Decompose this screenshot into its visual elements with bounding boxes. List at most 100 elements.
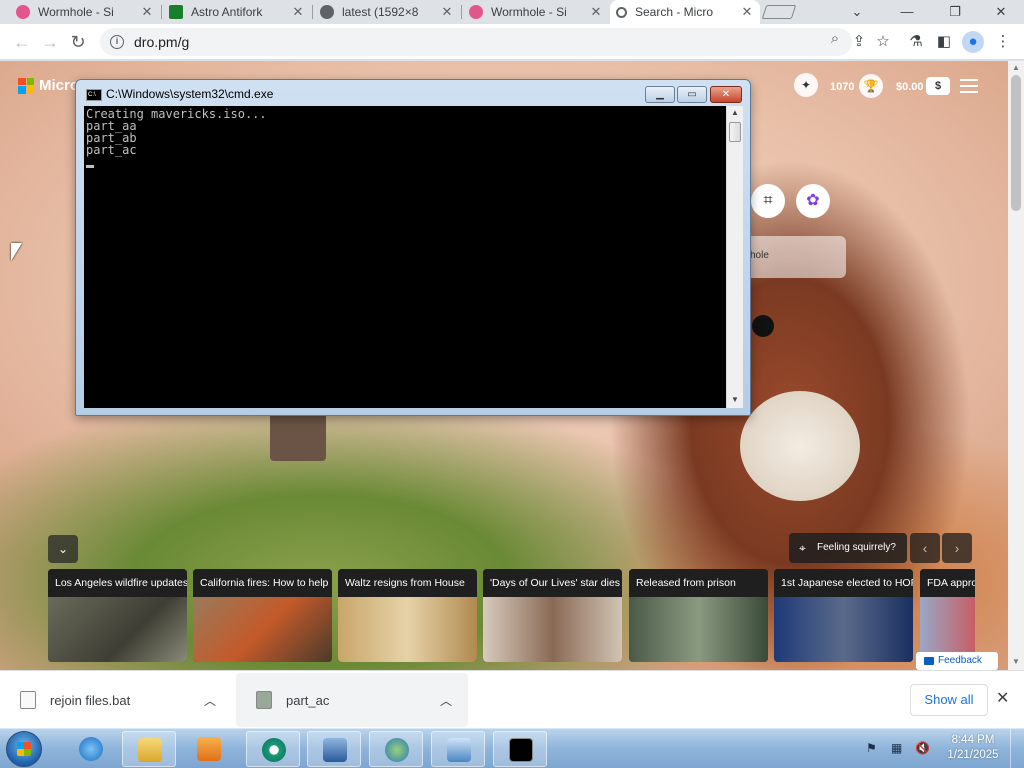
download-item-part-ac[interactable]: part_ac ︿ bbox=[236, 673, 468, 727]
system-clock[interactable]: 8:44 PM 1/21/2025 bbox=[938, 733, 1008, 763]
kebab-menu-icon[interactable]: ⋮ bbox=[992, 31, 1014, 53]
news-image bbox=[48, 597, 187, 662]
scrollbar-thumb[interactable] bbox=[1011, 75, 1021, 211]
cmd-scrollbar[interactable]: ▲ ▼ bbox=[726, 106, 743, 408]
scroll-up-arrow-icon[interactable]: ▲ bbox=[731, 108, 739, 117]
flask-icon[interactable]: ⚗ bbox=[905, 31, 927, 53]
tab-title: Search - Micro bbox=[635, 5, 714, 19]
show-desktop-button[interactable] bbox=[1010, 729, 1024, 768]
forward-button[interactable]: → bbox=[38, 30, 62, 54]
wallet-icon[interactable]: $ bbox=[926, 77, 950, 95]
address-bar[interactable]: i dro.pm/g bbox=[100, 28, 852, 56]
cmd-maximize-button[interactable]: ▭ bbox=[677, 86, 707, 103]
close-tab-icon[interactable]: ✕ bbox=[140, 4, 154, 20]
squirrel-eye bbox=[752, 315, 774, 337]
feedback-button[interactable]: Feedback bbox=[916, 652, 998, 670]
computer-icon bbox=[323, 738, 347, 762]
taskbar-command-prompt[interactable] bbox=[493, 731, 547, 767]
news-card[interactable]: Released from prison bbox=[629, 569, 768, 662]
share-icon[interactable]: ⇪ bbox=[848, 31, 870, 53]
cmd-window[interactable]: C:\ C:\Windows\system32\cmd.exe ▁ ▭ ✕ Cr… bbox=[75, 79, 751, 416]
taskbar-file-explorer[interactable] bbox=[122, 731, 176, 767]
tab-astro-antifork[interactable]: Astro Antifork ✕ bbox=[163, 0, 311, 24]
scroll-down-arrow-icon[interactable]: ▼ bbox=[731, 395, 739, 404]
news-card[interactable]: 1st Japanese elected to HOF bbox=[774, 569, 913, 662]
cmd-window-title: C:\Windows\system32\cmd.exe bbox=[106, 87, 274, 101]
profile-icon[interactable]: ● bbox=[962, 31, 984, 53]
cmd-console[interactable]: Creating mavericks.iso... part_aa part_a… bbox=[84, 106, 726, 408]
tab-wormhole-2[interactable]: Wormhole - Si ✕ bbox=[463, 0, 609, 24]
close-tab-icon[interactable]: ✕ bbox=[589, 4, 603, 20]
news-card[interactable]: Waltz resigns from House bbox=[338, 569, 477, 662]
next-image-button[interactable]: › bbox=[942, 533, 972, 563]
visual-search-icon[interactable]: ⌗ bbox=[751, 184, 785, 218]
chevron-up-icon[interactable]: ︿ bbox=[440, 692, 452, 709]
cmd-minimize-button[interactable]: ▁ bbox=[645, 86, 675, 103]
close-tab-icon[interactable]: ✕ bbox=[291, 4, 305, 20]
restore-window-button[interactable]: ❐ bbox=[940, 2, 970, 22]
bookmark-star-icon[interactable]: ☆ bbox=[872, 31, 894, 53]
rewards-icon[interactable]: ✦ bbox=[794, 73, 818, 97]
taskbar-control-panel[interactable] bbox=[431, 731, 485, 767]
news-title: FDA appro bbox=[920, 569, 975, 597]
close-download-bar-icon[interactable]: ✕ bbox=[996, 688, 1009, 708]
copilot-icon[interactable]: ✿ bbox=[796, 184, 830, 218]
rewards-points: 1070 bbox=[830, 81, 855, 93]
scroll-up-arrow-icon[interactable]: ▲ bbox=[1012, 63, 1020, 72]
news-card[interactable]: California fires: How to help bbox=[193, 569, 332, 662]
minimize-window-button[interactable]: — bbox=[892, 2, 922, 22]
volume-muted-icon[interactable]: 🔇 bbox=[915, 741, 930, 755]
cmd-scrollbar-thumb[interactable] bbox=[729, 122, 741, 142]
previous-image-button[interactable]: ‹ bbox=[910, 533, 940, 563]
taskbar-media-player[interactable] bbox=[182, 731, 236, 767]
folder-icon bbox=[138, 738, 162, 762]
microsoft-logo[interactable]: Micro bbox=[18, 77, 79, 94]
clock-time: 8:44 PM bbox=[951, 734, 995, 746]
tab-wormhole-1[interactable]: Wormhole - Si ✕ bbox=[10, 0, 160, 24]
show-all-downloads-button[interactable]: Show all bbox=[910, 684, 988, 716]
page-scrollbar[interactable]: ▲ ▼ bbox=[1008, 61, 1024, 670]
news-card[interactable]: FDA appro bbox=[920, 569, 975, 662]
browser-icon bbox=[262, 738, 286, 762]
trophy-icon[interactable]: 🏆 bbox=[859, 74, 883, 98]
close-tab-icon[interactable]: ✕ bbox=[440, 4, 454, 20]
tab-search-microsoft[interactable]: Search - Micro ✕ bbox=[610, 0, 760, 24]
taskbar-internet-explorer[interactable] bbox=[64, 731, 118, 767]
tab-title: Astro Antifork bbox=[191, 5, 263, 19]
taskbar-remote-desktop[interactable] bbox=[307, 731, 361, 767]
search-box-text: hole bbox=[750, 250, 769, 261]
cmd-close-button[interactable]: ✕ bbox=[710, 86, 742, 103]
chevron-up-icon[interactable]: ︿ bbox=[204, 692, 216, 709]
start-button[interactable] bbox=[6, 731, 42, 767]
news-title: 1st Japanese elected to HOF bbox=[774, 569, 913, 597]
reload-button[interactable]: ↻ bbox=[66, 30, 90, 54]
news-card[interactable]: Los Angeles wildfire updates bbox=[48, 569, 187, 662]
close-window-button[interactable]: ✕ bbox=[986, 2, 1016, 22]
news-image bbox=[629, 597, 768, 662]
close-tab-icon[interactable]: ✕ bbox=[740, 4, 754, 20]
news-image bbox=[483, 597, 622, 662]
url-text[interactable]: dro.pm/g bbox=[134, 34, 189, 50]
zoom-icon[interactable]: ⌕ bbox=[826, 30, 844, 48]
search-box[interactable]: hole bbox=[740, 236, 846, 278]
news-image bbox=[193, 597, 332, 662]
news-card[interactable]: 'Days of Our Lives' star dies bbox=[483, 569, 622, 662]
tab-search-dropdown-icon[interactable]: ⌄ bbox=[842, 2, 872, 22]
hamburger-menu-icon[interactable] bbox=[960, 79, 978, 93]
windows-taskbar: ⚑ ▦ 🔇 8:44 PM 1/21/2025 bbox=[0, 728, 1024, 768]
new-tab-button[interactable] bbox=[761, 5, 797, 19]
collapse-feed-button[interactable]: ⌄ bbox=[48, 535, 78, 563]
tab-latest[interactable]: latest (1592×8 ✕ bbox=[314, 0, 460, 24]
scroll-down-arrow-icon[interactable]: ▼ bbox=[1012, 657, 1020, 666]
network-icon[interactable]: ▦ bbox=[891, 741, 905, 755]
download-item-rejoin-files[interactable]: rejoin files.bat ︿ bbox=[0, 673, 232, 727]
side-panel-icon[interactable]: ◧ bbox=[933, 31, 955, 53]
taskbar-chrome-like-browser[interactable] bbox=[246, 731, 300, 767]
flag-icon[interactable]: ⚑ bbox=[866, 741, 880, 755]
cmd-output: Creating mavericks.iso... part_aa part_a… bbox=[86, 107, 267, 157]
site-info-icon[interactable]: i bbox=[110, 35, 124, 49]
back-button[interactable]: ← bbox=[10, 30, 34, 54]
image-location-button[interactable]: ⌖ Feeling squirrely? bbox=[789, 533, 907, 563]
taskbar-network-globe[interactable] bbox=[369, 731, 423, 767]
news-title: California fires: How to help bbox=[193, 569, 332, 597]
